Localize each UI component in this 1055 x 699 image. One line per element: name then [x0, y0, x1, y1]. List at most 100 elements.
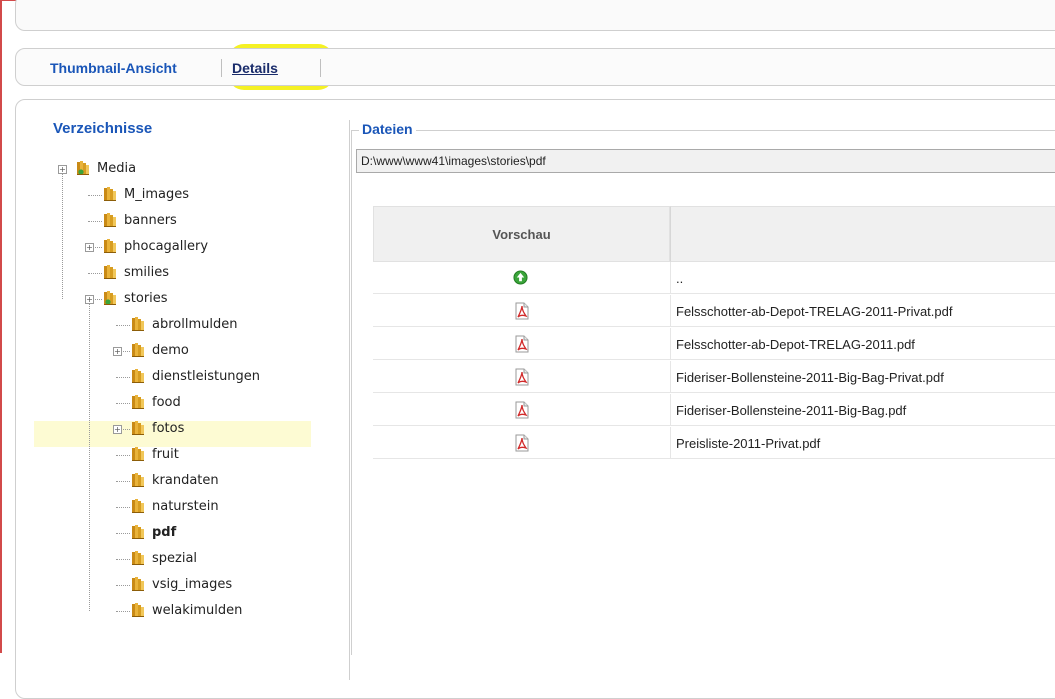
tree-connector — [116, 455, 130, 456]
directories-title: Verzeichnisse — [53, 120, 153, 137]
tree-item-fruit[interactable]: fruit — [0, 443, 320, 467]
tree-connector — [62, 173, 63, 299]
tree-item-label: fruit — [152, 447, 179, 462]
tree-connector — [89, 303, 90, 611]
file-name[interactable]: Fideriser-Bollensteine-2011-Big-Bag-Priv… — [676, 370, 944, 385]
tree-connector — [116, 481, 130, 482]
column-header-preview: Vorschau — [373, 206, 670, 262]
tree-item-fotos[interactable]: + fotos — [0, 417, 320, 441]
file-name[interactable]: Fideriser-Bollensteine-2011-Big-Bag.pdf — [676, 403, 906, 418]
column-header-name — [670, 206, 1055, 262]
tree-item-label: fotos — [152, 421, 185, 436]
tree-item-label: pdf — [152, 525, 177, 540]
tree-item-label: spezial — [152, 551, 198, 566]
tree-item-label: food — [152, 395, 181, 410]
table-row[interactable]: Preisliste-2011-Privat.pdf — [373, 427, 1055, 459]
file-name[interactable]: Preisliste-2011-Privat.pdf — [676, 436, 820, 451]
folder-icon — [130, 368, 146, 384]
column-separator — [670, 328, 671, 360]
tree-item-label: M_images — [124, 187, 189, 202]
files-legend: Dateien — [359, 121, 416, 137]
tree-item-welakimulden[interactable]: welakimulden — [0, 599, 320, 623]
tree-item-naturstein[interactable]: naturstein — [0, 495, 320, 519]
tab-separator — [320, 59, 321, 77]
preview-cell — [373, 361, 670, 393]
folder-icon — [130, 420, 146, 436]
tab-thumbnail-view[interactable]: Thumbnail-Ansicht — [50, 60, 177, 76]
tree-item-label: Media — [97, 161, 137, 176]
tree-item-label: smilies — [124, 265, 170, 280]
tree-item-vsig_images[interactable]: vsig_images — [0, 573, 320, 597]
tree-connector — [116, 559, 130, 560]
preview-cell — [373, 394, 670, 426]
folder-icon — [75, 160, 91, 176]
folder-icon — [130, 394, 146, 410]
tree-item-dienstleistungen[interactable]: dienstleistungen — [0, 365, 320, 389]
tree-item-label: banners — [124, 213, 177, 228]
preview-cell — [373, 262, 670, 294]
tree-item-abrollmulden[interactable]: abrollmulden — [0, 313, 320, 337]
tree-connector — [116, 585, 130, 586]
view-toolbar: Thumbnail-Ansicht Details — [15, 48, 1055, 86]
current-path-field: D:\www\www41\images\stories\pdf — [356, 149, 1055, 173]
folder-icon — [130, 446, 146, 462]
folder-icon — [130, 498, 146, 514]
expand-toggle-icon[interactable]: + — [85, 243, 94, 252]
table-row[interactable]: Fideriser-Bollensteine-2011-Big-Bag-Priv… — [373, 361, 1055, 393]
tab-separator — [221, 59, 222, 77]
tree-connector — [116, 325, 130, 326]
folder-icon — [130, 576, 146, 592]
expand-toggle-icon[interactable]: + — [113, 347, 122, 356]
preview-cell — [373, 328, 670, 360]
column-separator — [670, 262, 671, 294]
file-name[interactable]: Felsschotter-ab-Depot-TRELAG-2011-Privat… — [676, 304, 952, 319]
tree-item-media[interactable]: + Media — [0, 157, 320, 181]
tree-connector — [116, 611, 130, 612]
tree-item-stories[interactable]: + stories — [0, 287, 320, 311]
tree-item-food[interactable]: food — [0, 391, 320, 415]
folder-icon — [130, 550, 146, 566]
tree-item-krandaten[interactable]: krandaten — [0, 469, 320, 493]
pdf-icon[interactable] — [514, 335, 530, 353]
tree-item-m_images[interactable]: M_images — [0, 183, 320, 207]
tree-item-demo[interactable]: + demo — [0, 339, 320, 363]
tree-connector — [116, 403, 130, 404]
column-separator — [670, 427, 671, 459]
table-row[interactable]: Felsschotter-ab-Depot-TRELAG-2011.pdf — [373, 328, 1055, 360]
column-separator — [670, 394, 671, 426]
up-arrow-icon[interactable] — [513, 270, 528, 285]
tree-item-label: demo — [152, 343, 189, 358]
folder-icon — [102, 238, 118, 254]
file-name[interactable]: Felsschotter-ab-Depot-TRELAG-2011.pdf — [676, 337, 915, 352]
tree-connector — [116, 507, 130, 508]
tree-connector — [116, 377, 130, 378]
tree-item-spezial[interactable]: spezial — [0, 547, 320, 571]
tree-connector — [88, 221, 102, 222]
column-separator — [670, 361, 671, 393]
tree-item-label: naturstein — [152, 499, 219, 514]
tree-item-smilies[interactable]: smilies — [0, 261, 320, 285]
table-row[interactable]: Fideriser-Bollensteine-2011-Big-Bag.pdf — [373, 394, 1055, 426]
folder-icon — [102, 212, 118, 228]
pdf-icon[interactable] — [514, 401, 530, 419]
tree-item-pdf[interactable]: pdf — [0, 521, 320, 545]
folder-icon — [130, 316, 146, 332]
file-name[interactable]: .. — [676, 271, 683, 286]
pdf-icon[interactable] — [514, 434, 530, 452]
top-panel — [15, 0, 1055, 31]
table-row[interactable]: Felsschotter-ab-Depot-TRELAG-2011-Privat… — [373, 295, 1055, 327]
preview-cell — [373, 295, 670, 327]
tree-item-label: welakimulden — [152, 603, 243, 618]
tree-item-label: krandaten — [152, 473, 219, 488]
tree-item-banners[interactable]: banners — [0, 209, 320, 233]
pdf-icon[interactable] — [514, 302, 530, 320]
folder-icon — [130, 524, 146, 540]
files-fieldset-border — [351, 130, 1055, 131]
tab-details-view[interactable]: Details — [232, 60, 278, 76]
table-row[interactable]: .. — [373, 262, 1055, 294]
pdf-icon[interactable] — [514, 368, 530, 386]
tree-item-label: dienstleistungen — [152, 369, 261, 384]
tree-item-phocagallery[interactable]: + phocagallery — [0, 235, 320, 259]
folder-icon — [102, 186, 118, 202]
expand-toggle-icon[interactable]: + — [113, 425, 122, 434]
